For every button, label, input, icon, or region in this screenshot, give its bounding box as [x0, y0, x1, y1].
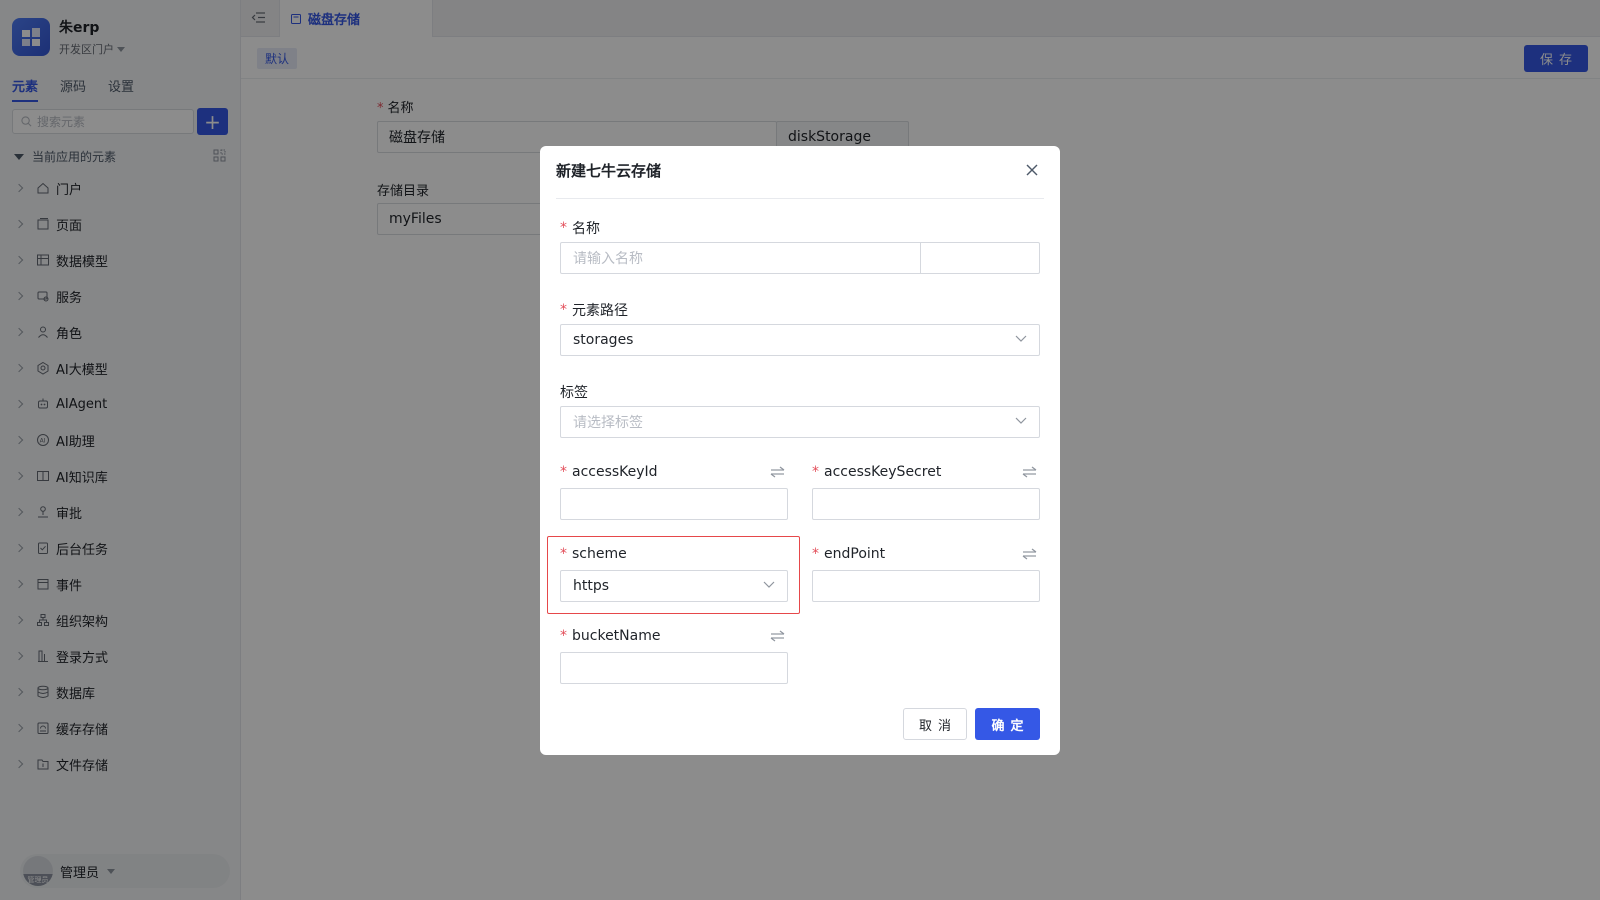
dialog-title: 新建七牛云存储 [556, 162, 662, 180]
endpoint-label: * endPoint [812, 546, 886, 562]
cancel-button[interactable]: 取消 [903, 708, 967, 740]
close-icon[interactable] [1022, 160, 1042, 180]
tags-placeholder: 请选择标签 [573, 415, 643, 431]
bucket-input[interactable] [560, 652, 788, 684]
name-label: * 名称 [560, 220, 600, 237]
path-select[interactable]: storages [560, 324, 1040, 356]
access-key-secret-input[interactable] [812, 488, 1040, 520]
chevron-down-icon [763, 581, 775, 588]
tags-select[interactable]: 请选择标签 [560, 406, 1040, 438]
swap-icon[interactable] [770, 466, 785, 478]
swap-icon[interactable] [770, 630, 785, 642]
swap-icon[interactable] [1022, 466, 1037, 478]
field-divider [920, 242, 921, 274]
swap-icon[interactable] [1022, 548, 1037, 560]
access-key-id-input[interactable] [560, 488, 788, 520]
chevron-down-icon [1015, 335, 1027, 342]
scheme-label: * scheme [560, 546, 627, 562]
access-key-secret-label: * accessKeySecret [812, 464, 942, 480]
scheme-select[interactable]: https [560, 570, 788, 602]
scheme-value: https [573, 578, 610, 594]
name-input[interactable]: 请输入名称 [560, 242, 1040, 274]
chevron-down-icon [1015, 417, 1027, 424]
tags-label: 标签 [560, 385, 588, 401]
path-value: storages [573, 332, 634, 348]
confirm-button[interactable]: 确定 [975, 708, 1040, 740]
divider [556, 198, 1044, 199]
create-storage-dialog: 新建七牛云存储 * 名称 请输入名称 * 元素路径 storages 标签 请选择标… [540, 146, 1060, 755]
path-label: * 元素路径 [560, 302, 628, 319]
access-key-id-label: * accessKeyId [560, 464, 658, 480]
endpoint-input[interactable] [812, 570, 1040, 602]
bucket-label: * bucketName [560, 628, 661, 644]
name-placeholder: 请输入名称 [573, 251, 643, 267]
